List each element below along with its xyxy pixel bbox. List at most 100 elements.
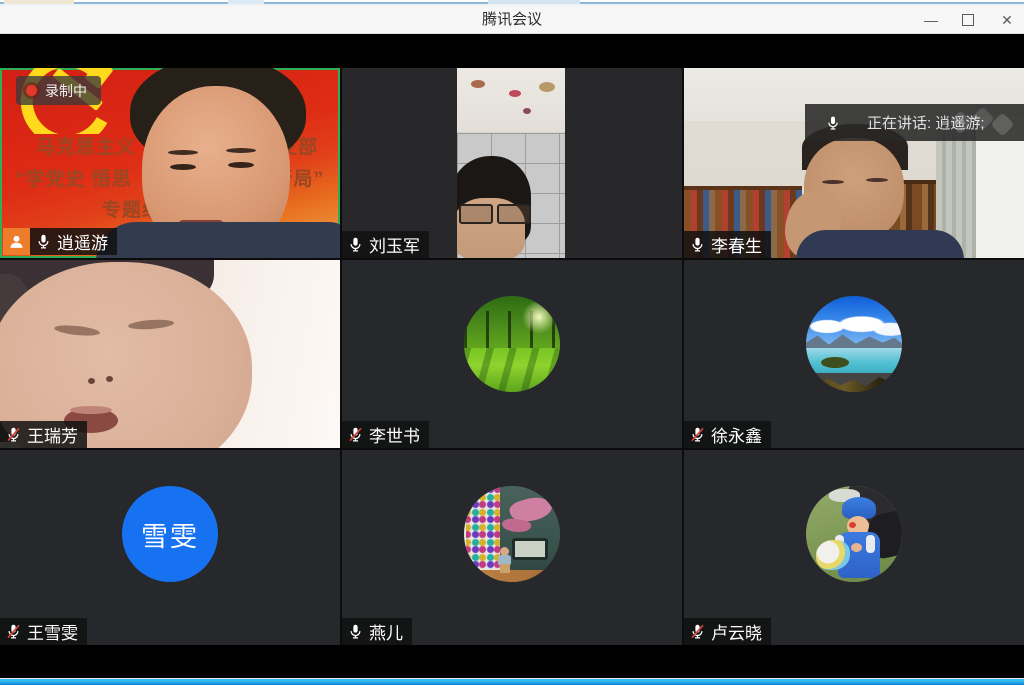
tile-luyunxiao[interactable]: 卢云晓 [684,450,1024,645]
avatar-initials: 雪雯 [122,486,218,582]
ceiling-decor [509,90,521,97]
background-window-segment [228,0,264,4]
close-button[interactable]: ✕ [1000,13,1014,27]
titlebar[interactable]: 腾讯会议 — ✕ [0,6,1024,34]
name-plate: 逍遥游 [30,228,117,255]
participant-video-shirt [96,222,340,258]
face-detail [168,150,198,155]
face-detail [106,376,113,382]
portrait-video-strip [457,68,565,258]
mic-muted-icon [689,623,706,640]
name-plate: 刘玉军 [342,231,429,258]
participant-label-row: 卢云晓 [684,618,771,645]
avatar-child-photo [806,486,902,582]
avatar-lake-photo [806,296,902,392]
ceiling-decor [539,82,555,92]
avatar-photo-layer [849,522,856,528]
avatar-photo-layer [500,564,510,573]
avatar-photo-layer [851,543,862,552]
participant-label-row: 王瑞芳 [0,421,87,448]
banner-text: 马克思主义 [36,132,136,159]
participant-label-row: 李世书 [342,421,429,448]
face-detail [822,180,844,184]
banner-text: “学党史 悟思 [15,164,132,191]
background-window-segment [488,0,580,4]
avatar-photo-layer [806,315,902,338]
participant-name: 李世书 [369,422,420,447]
maximize-icon [962,14,974,26]
participant-name: 卢云晓 [711,619,762,644]
background-window-segment [4,0,74,4]
tile-xuyongxin[interactable]: 徐永鑫 [684,260,1024,448]
mic-icon [689,236,706,253]
face-detail [226,148,256,153]
person-icon [8,233,25,250]
mic-muted-icon [347,426,364,443]
recording-badge-label: 录制中 [45,81,87,101]
name-plate: 卢云晓 [684,618,771,645]
participant-label-row: 李春生 [684,231,771,258]
recording-dot-icon [26,85,37,96]
participant-name: 刘玉军 [369,232,420,257]
speaking-indicator: 正在讲话: 逍遥游; [805,104,1024,141]
participant-label-row: 逍遥游 [3,228,117,255]
name-plate: 王雪雯 [0,618,87,645]
avatar-photo-layer [512,538,549,560]
participant-name: 燕儿 [369,619,403,644]
mic-muted-icon [5,623,22,640]
tile-wangruifang[interactable]: 王瑞芳 [0,260,340,448]
avatar-photo-layer [522,300,556,334]
ceiling-decor [471,80,485,88]
avatar-photo-layer [464,570,560,582]
mic-icon [347,623,364,640]
face-detail [866,178,888,182]
avatar-graffiti-photo [464,486,560,582]
tile-lishishu[interactable]: 李世书 [342,260,682,448]
participant-name: 逍遥游 [57,229,108,254]
participant-name: 王瑞芳 [27,422,78,447]
video-grid: 马克思主义 党支部 “学党史 悟思 开新局” 专题组 录制中 [0,68,1024,645]
avatar-photo-layer [866,535,875,553]
name-plate: 李春生 [684,231,771,258]
face-detail [170,164,196,170]
tile-wangxuewen[interactable]: 雪雯 王雪雯 [0,450,340,645]
mic-icon [825,115,841,131]
ceiling-decor [523,108,531,114]
host-badge [3,228,30,255]
maximize-button[interactable] [962,14,976,26]
avatar-photo-layer [466,488,500,569]
participant-name: 王雪雯 [27,619,78,644]
face-detail [70,406,112,414]
participant-label-row: 王雪雯 [0,618,87,645]
face-detail [88,378,95,384]
mic-icon [347,236,364,253]
minimize-button[interactable]: — [924,13,938,27]
recording-badge: 录制中 [16,76,101,105]
window-controls: — ✕ [924,6,1014,33]
tile-liuyujun[interactable]: 刘玉军 [342,68,682,258]
name-plate: 徐永鑫 [684,421,771,448]
window-title: 腾讯会议 [0,6,1024,33]
tile-lichunsheng[interactable]: 正在讲话: 逍遥游; 李春生 [684,68,1024,258]
taskbar-edge [0,678,1024,685]
avatar-initials-text: 雪雯 [141,515,199,554]
participant-video-shirt [796,230,964,258]
name-plate: 燕儿 [342,618,412,645]
mic-muted-icon [5,426,22,443]
participant-name: 李春生 [711,232,762,257]
avatar-park-photo [464,296,560,392]
avatar-photo-layer [464,348,560,392]
mic-icon [35,233,52,250]
face-detail [228,162,254,168]
participant-label-row: 刘玉军 [342,231,429,258]
tile-yaner[interactable]: 燕儿 [342,450,682,645]
avatar-photo-layer [816,540,850,570]
tencent-meeting-window: 腾讯会议 — ✕ 马克思主义 党支部 “学党史 悟思 开新局” 专题组 [0,0,1024,685]
name-plate: 王瑞芳 [0,421,87,448]
participant-label-row: 徐永鑫 [684,421,771,448]
tile-xiaoyaoyou[interactable]: 马克思主义 党支部 “学党史 悟思 开新局” 专题组 录制中 [0,68,340,258]
glasses-detail [459,204,493,224]
meeting-watermark-icon [946,106,1024,139]
name-plate: 李世书 [342,421,429,448]
mic-muted-icon [689,426,706,443]
